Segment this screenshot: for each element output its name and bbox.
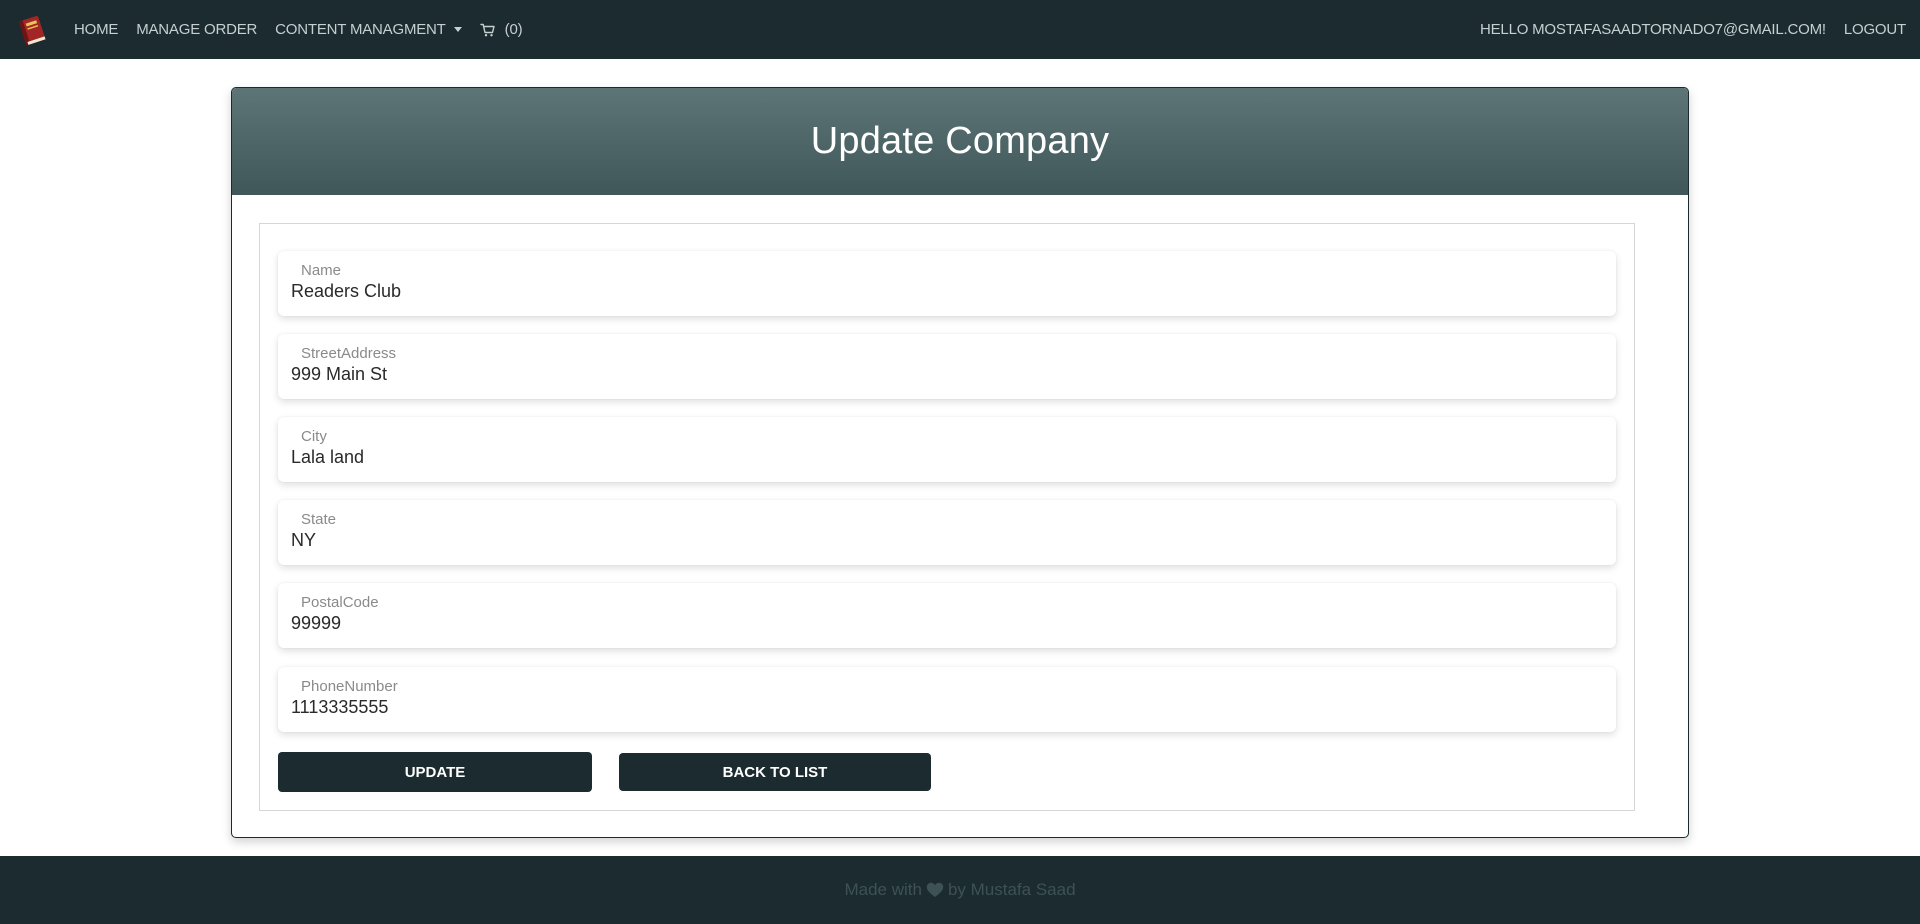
top-navbar: HOME MANAGE ORDER CONTENT MANAGMENT (0) … [0, 0, 1920, 59]
cart-count: (0) [504, 21, 523, 38]
update-company-card: Update Company Name StreetAddress City S… [231, 87, 1689, 838]
city-label: City [301, 428, 327, 445]
city-field-group: City [278, 417, 1616, 482]
nav-right-group: HELLO MOSTAFASAADTORNADO7@GMAIL.COM! LOG… [1462, 21, 1906, 38]
city-input[interactable] [291, 447, 1591, 468]
user-greeting-link[interactable]: HELLO MOSTAFASAADTORNADO7@GMAIL.COM! [1480, 21, 1826, 38]
company-form: Name StreetAddress City State PostalCode… [259, 223, 1635, 811]
street-address-input[interactable] [291, 364, 1591, 385]
street-address-field-group: StreetAddress [278, 334, 1616, 399]
heart-icon [926, 882, 944, 898]
name-input[interactable] [291, 281, 1591, 302]
name-field-group: Name [278, 251, 1616, 316]
footer-text-before: Made with [844, 880, 922, 899]
state-label: State [301, 511, 337, 528]
back-to-list-button[interactable]: BACK TO LIST [619, 753, 931, 791]
logout-link[interactable]: LOGOUT [1844, 21, 1906, 38]
nav-cart-link[interactable]: (0) [479, 21, 523, 38]
content-management-label: CONTENT MANAGMENT [275, 21, 446, 38]
nav-left-group: HOME MANAGE ORDER CONTENT MANAGMENT (0) [14, 12, 540, 48]
phone-number-input[interactable] [291, 697, 1591, 718]
footer-text-after: by Mustafa Saad [947, 880, 1076, 899]
page-footer: Made with by Mustafa Saad [0, 856, 1920, 924]
nav-content-management-dropdown[interactable]: CONTENT MANAGMENT [275, 21, 462, 38]
chevron-down-icon [453, 27, 462, 32]
phone-number-field-group: PhoneNumber [278, 667, 1616, 732]
update-button[interactable]: UPDATE [278, 752, 592, 792]
card-header: Update Company [232, 88, 1688, 195]
book-icon[interactable] [14, 12, 50, 48]
phone-number-label: PhoneNumber [301, 678, 398, 695]
street-address-label: StreetAddress [301, 345, 397, 362]
postal-code-label: PostalCode [301, 594, 379, 611]
nav-manage-order-link[interactable]: MANAGE ORDER [136, 21, 257, 38]
nav-home-link[interactable]: HOME [74, 21, 118, 38]
postal-code-input[interactable] [291, 613, 1591, 634]
cart-icon [479, 23, 495, 37]
page-title: Update Company [810, 120, 1110, 162]
name-label: Name [301, 262, 342, 279]
postal-code-field-group: PostalCode [278, 583, 1616, 648]
state-input[interactable] [291, 530, 1591, 551]
state-field-group: State [278, 500, 1616, 565]
